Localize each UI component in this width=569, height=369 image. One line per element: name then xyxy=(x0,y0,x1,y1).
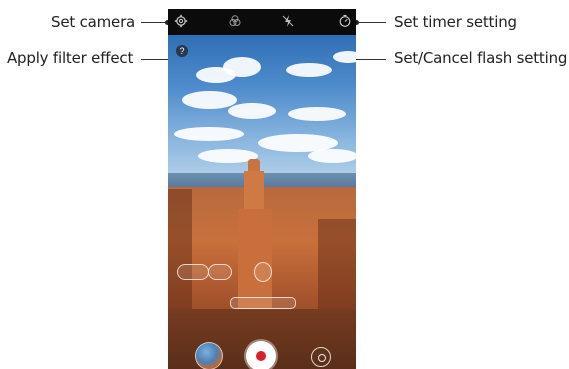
rock-spire xyxy=(244,171,264,211)
mode-pill[interactable] xyxy=(177,264,209,280)
switch-camera-icon[interactable] xyxy=(311,347,331,367)
info-bar xyxy=(230,297,296,309)
record-button[interactable] xyxy=(246,341,276,369)
label-set-timer: Set timer setting xyxy=(394,13,517,31)
flash-off-icon[interactable] xyxy=(281,14,295,28)
rock-shade xyxy=(318,219,356,309)
gear-icon[interactable] xyxy=(174,14,188,28)
timer-icon[interactable] xyxy=(338,14,352,28)
gallery-thumbnail[interactable] xyxy=(195,342,223,369)
rock-spire xyxy=(238,209,272,309)
label-apply-filter: Apply filter effect xyxy=(7,49,134,67)
leader-set-timer xyxy=(356,22,386,23)
help-icon[interactable]: ? xyxy=(176,45,188,57)
camera-screen: ? xyxy=(168,9,356,369)
rock-shade xyxy=(168,189,192,309)
cloud xyxy=(286,63,332,77)
record-icon xyxy=(256,351,266,361)
zoom-pill[interactable] xyxy=(208,264,232,280)
cloud xyxy=(308,149,356,163)
label-set-camera: Set camera xyxy=(51,13,136,31)
camera-top-bar xyxy=(168,9,356,35)
cloud xyxy=(228,103,276,119)
cloud xyxy=(288,107,346,121)
cloud xyxy=(223,57,261,77)
cloud xyxy=(333,51,356,63)
cloud xyxy=(182,91,237,109)
focus-indicator xyxy=(254,262,272,282)
label-flash: Set/Cancel flash setting xyxy=(394,49,568,67)
leader-set-camera xyxy=(141,22,167,23)
cloud xyxy=(174,127,244,141)
filter-icon[interactable] xyxy=(228,14,242,28)
